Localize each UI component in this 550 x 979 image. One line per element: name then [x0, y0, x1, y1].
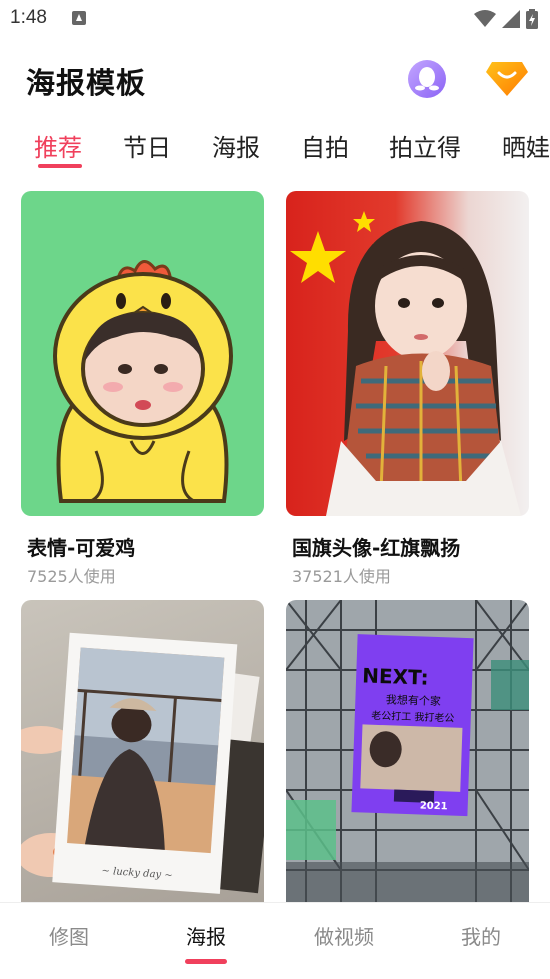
chick-illustration [53, 260, 233, 503]
qq-button[interactable] [408, 60, 446, 98]
polaroid-photo: ~ lucky day ~ [21, 632, 264, 894]
nav-poster[interactable]: 海报 [156, 921, 256, 950]
template-card[interactable]: 表情-可爱鸡 7525人使用 [21, 191, 264, 591]
template-image[interactable] [286, 191, 529, 516]
nav-make-video[interactable]: 做视频 [294, 921, 394, 950]
battery-icon [526, 9, 538, 29]
tab-holiday[interactable]: 节日 [123, 128, 171, 163]
template-image[interactable]: NEXT: 我想有个家 老公打工 我打老公 2021 [286, 600, 529, 902]
template-card[interactable]: NEXT: 我想有个家 老公打工 我打老公 2021 [286, 600, 529, 902]
wifi-icon [474, 10, 496, 27]
tab-selfie[interactable]: 自拍 [301, 128, 349, 163]
qq-icon [415, 67, 439, 91]
notification-a-icon [72, 11, 86, 25]
vip-diamond-icon [486, 62, 528, 96]
template-card[interactable]: ~ lucky day ~ [21, 600, 264, 902]
vip-button[interactable] [486, 58, 528, 98]
tab-recommend[interactable]: 推荐 [34, 128, 82, 163]
tab-baby[interactable]: 晒娃 [502, 128, 550, 163]
screen-line-1: 我想有个家 [386, 692, 441, 708]
page-title: 海报模板 [26, 66, 147, 100]
flag-portrait [290, 211, 521, 516]
template-card[interactable]: 国旗头像-红旗飘扬 37521人使用 [286, 191, 529, 591]
nav-active-indicator [185, 959, 227, 964]
tab-active-indicator [38, 164, 82, 168]
bottom-nav: 修图 海报 做视频 我的 [0, 902, 550, 979]
template-title: 国旗头像-红旗飘扬 [292, 536, 461, 560]
template-image[interactable] [21, 191, 264, 516]
template-image[interactable]: ~ lucky day ~ [21, 600, 264, 902]
tab-instant-photo[interactable]: 拍立得 [389, 128, 461, 163]
status-time: 1:48 [10, 7, 47, 28]
signal-icon [502, 10, 520, 28]
template-usage: 37521人使用 [292, 567, 391, 586]
header: 海报模板 [0, 52, 550, 108]
status-icons [474, 9, 538, 29]
concert-screen: NEXT: 我想有个家 老公打工 我打老公 2021 [286, 600, 529, 902]
template-title: 表情-可爱鸡 [27, 536, 136, 560]
tab-poster[interactable]: 海报 [212, 128, 260, 163]
screen-next-text: NEXT: [362, 663, 429, 689]
nav-mine[interactable]: 我的 [431, 921, 531, 950]
screen-year: 2021 [420, 800, 448, 812]
status-bar: 1:48 [0, 0, 550, 38]
category-tabs: 推荐 节日 海报 自拍 拍立得 晒娃 [0, 122, 550, 172]
nav-retouch[interactable]: 修图 [19, 921, 119, 950]
template-usage: 7525人使用 [27, 567, 116, 586]
